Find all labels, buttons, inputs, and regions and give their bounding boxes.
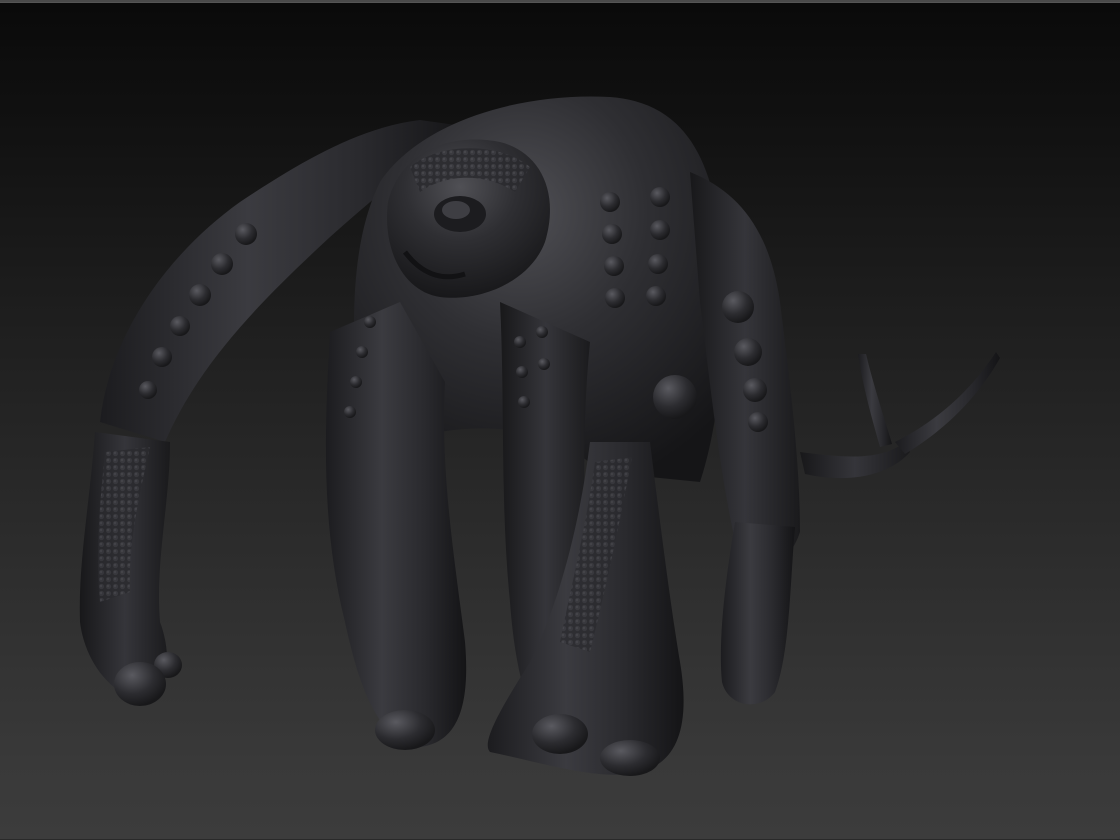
creature-eye-highlight bbox=[442, 201, 470, 219]
3d-viewport[interactable] bbox=[0, 0, 1120, 840]
creature-right-forearm bbox=[720, 522, 795, 705]
creature-left-hand bbox=[114, 662, 166, 706]
sculpted-creature-model[interactable] bbox=[0, 2, 1120, 840]
creature-foot-2 bbox=[532, 714, 588, 754]
creature-foot-1 bbox=[375, 710, 435, 750]
creature-tail-spike-1 bbox=[858, 354, 892, 447]
creature-tail bbox=[800, 442, 910, 479]
creature-tail-spike-2 bbox=[895, 352, 1000, 454]
creature-foot-3 bbox=[600, 740, 660, 776]
